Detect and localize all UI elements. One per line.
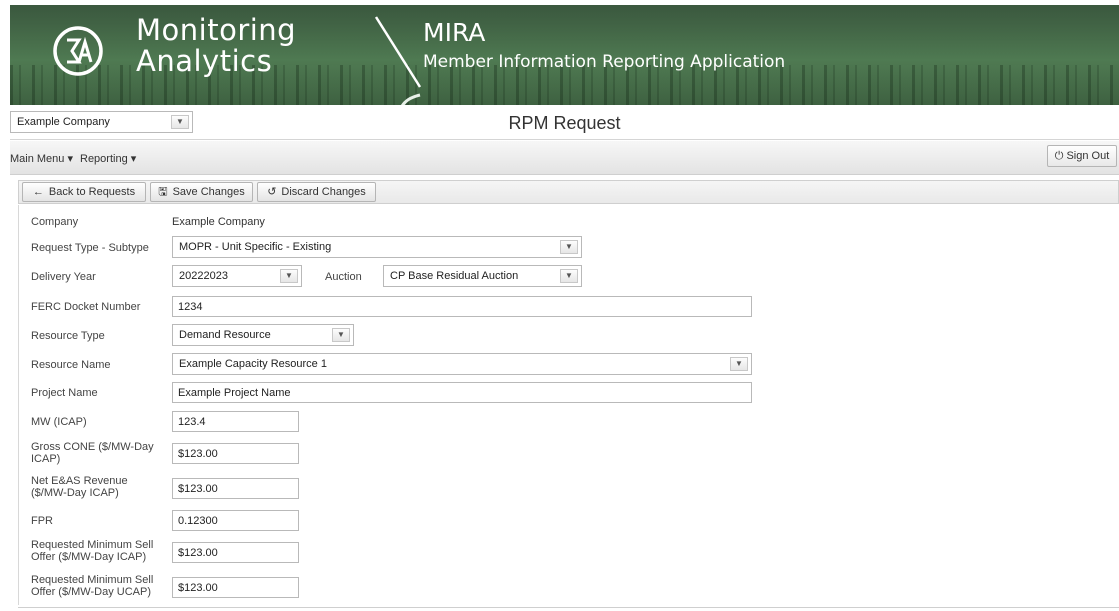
caret-down-icon: ▼	[171, 115, 189, 129]
project-name-value: Example Project Name	[178, 387, 291, 399]
company-label: Company	[31, 216, 79, 228]
gross-cone-label-line2: ICAP)	[31, 453, 61, 465]
request-type-select[interactable]: MOPR - Unit Specific - Existing ▼	[172, 236, 582, 258]
mw-icap-value: 123.4	[178, 416, 206, 428]
resource-type-select[interactable]: Demand Resource ▼	[172, 324, 354, 346]
monitoring-analytics-logo-icon	[53, 26, 103, 76]
back-to-requests-button[interactable]: ← Back to Requests	[22, 182, 146, 202]
back-to-requests-label: Back to Requests	[48, 186, 136, 198]
main-menu-dropdown[interactable]: Main Menu ▾	[10, 152, 73, 165]
app-title: MIRA	[423, 18, 486, 47]
net-eas-label-line2: ($/MW-Day ICAP)	[31, 487, 119, 499]
req-min-sell-icap-input[interactable]: $123.00	[172, 542, 299, 563]
fpr-label: FPR	[31, 515, 53, 527]
company-select[interactable]: Example Company ▼	[10, 111, 193, 133]
req-min-sell-ucap-label: Requested Minimum Sell Offer ($/MW-Day U…	[31, 574, 153, 598]
brand-line-2: Analytics	[136, 44, 273, 78]
caret-down-icon: ▼	[560, 269, 578, 283]
caret-down-icon: ▼	[280, 269, 298, 283]
wind-turbine-graphic	[374, 16, 422, 105]
company-bar: RPM Request Example Company ▼	[10, 107, 1119, 140]
company-select-value: Example Company	[17, 116, 110, 128]
delivery-year-value: 20222023	[179, 270, 228, 282]
save-changes-label: Save Changes	[172, 186, 245, 198]
net-eas-value: $123.00	[178, 483, 218, 495]
fpr-input[interactable]: 0.12300	[172, 510, 299, 531]
discard-changes-label: Discard Changes	[281, 186, 366, 198]
delivery-year-select[interactable]: 20222023 ▼	[172, 265, 302, 287]
mw-icap-input[interactable]: 123.4	[172, 411, 299, 432]
ferc-docket-label: FERC Docket Number	[31, 301, 141, 313]
req-min-sell-ucap-label-line2: Offer ($/MW-Day UCAP)	[31, 586, 151, 598]
caret-down-icon: ▼	[730, 357, 748, 371]
arrow-left-icon: ←	[32, 186, 44, 198]
request-type-label: Request Type - Subtype	[31, 242, 149, 254]
request-toolbar: ← Back to Requests 🖫 Save Changes ↺ Discard…	[18, 180, 1119, 204]
req-min-sell-icap-value: $123.00	[178, 547, 218, 559]
delivery-year-label: Delivery Year	[31, 271, 96, 283]
brand-line-1: Monitoring	[136, 13, 297, 47]
req-min-sell-icap-label-line1: Requested Minimum Sell	[31, 539, 154, 551]
form-bottom-divider	[18, 607, 1119, 608]
floppy-disk-icon: 🖫	[158, 186, 168, 198]
ferc-docket-input[interactable]: 1234	[172, 296, 752, 317]
req-min-sell-ucap-value: $123.00	[178, 582, 218, 594]
auction-value: CP Base Residual Auction	[390, 270, 519, 282]
caret-down-icon: ▼	[332, 328, 350, 342]
power-icon: ⏻	[1054, 150, 1064, 162]
resource-name-label: Resource Name	[31, 359, 111, 371]
brand-name: Monitoring Analytics	[136, 15, 296, 77]
project-name-input[interactable]: Example Project Name	[172, 382, 752, 403]
net-eas-input[interactable]: $123.00	[172, 478, 299, 499]
project-name-label: Project Name	[31, 387, 98, 399]
gross-cone-label-line1: Gross CONE ($/MW-Day	[31, 441, 154, 453]
save-changes-button[interactable]: 🖫 Save Changes	[150, 182, 253, 202]
req-min-sell-ucap-input[interactable]: $123.00	[172, 577, 299, 598]
main-menu-bar: Main Menu ▾ Reporting ▾ ⏻ Sign Out	[10, 141, 1119, 175]
sign-out-label: Sign Out	[1066, 150, 1110, 162]
gross-cone-value: $123.00	[178, 448, 218, 460]
gross-cone-label: Gross CONE ($/MW-Day ICAP)	[31, 441, 154, 465]
resource-type-label: Resource Type	[31, 330, 105, 342]
net-eas-label: Net E&AS Revenue ($/MW-Day ICAP)	[31, 475, 128, 499]
ferc-docket-value: 1234	[178, 301, 203, 313]
net-eas-label-line1: Net E&AS Revenue	[31, 475, 128, 487]
rpm-request-form: Company Example Company Request Type - S…	[18, 205, 1119, 605]
req-min-sell-ucap-label-line1: Requested Minimum Sell	[31, 574, 154, 586]
undo-icon: ↺	[267, 186, 277, 198]
fpr-value: 0.12300	[178, 515, 218, 527]
resource-type-value: Demand Resource	[179, 329, 271, 341]
discard-changes-button[interactable]: ↺ Discard Changes	[257, 182, 376, 202]
reporting-menu-dropdown[interactable]: Reporting ▾	[80, 152, 136, 165]
resource-name-select[interactable]: Example Capacity Resource 1 ▼	[172, 353, 752, 375]
caret-down-icon: ▼	[560, 240, 578, 254]
resource-name-value: Example Capacity Resource 1	[179, 358, 327, 370]
auction-select[interactable]: CP Base Residual Auction ▼	[383, 265, 582, 287]
mw-icap-label: MW (ICAP)	[31, 416, 87, 428]
company-value: Example Company	[172, 216, 265, 228]
auction-label: Auction	[325, 271, 362, 283]
gross-cone-input[interactable]: $123.00	[172, 443, 299, 464]
sign-out-button[interactable]: ⏻ Sign Out	[1047, 145, 1117, 167]
request-type-value: MOPR - Unit Specific - Existing	[179, 241, 332, 253]
header-banner: Monitoring Analytics MIRA Member Informa…	[10, 5, 1119, 105]
app-subtitle: Member Information Reporting Application	[423, 52, 786, 72]
req-min-sell-icap-label: Requested Minimum Sell Offer ($/MW-Day I…	[31, 539, 153, 563]
req-min-sell-icap-label-line2: Offer ($/MW-Day ICAP)	[31, 551, 147, 563]
